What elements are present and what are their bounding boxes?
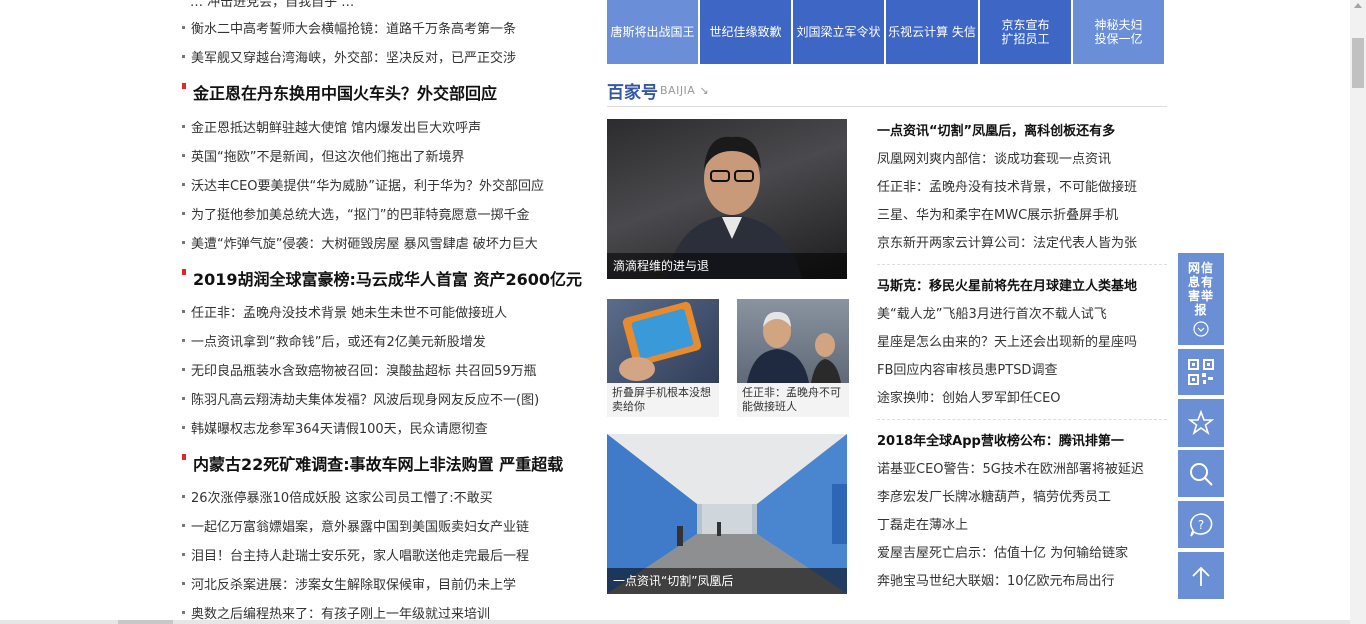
news-link[interactable]: 泪目！台主持人赴瑞士安乐死，家人唱歌送他走完最后一程 [182, 545, 529, 564]
news-link[interactable]: 京东新开两家云计算公司：法定代表人皆为张 [877, 232, 1137, 251]
news-link[interactable]: 一起亿万富翁嫖娼案，意外暴露中国到美国贩卖妇女产业链 [182, 516, 529, 535]
photo-caption: 折叠屏手机根本没想卖给你 [607, 383, 719, 417]
chevron-down-icon [1193, 321, 1209, 337]
news-link[interactable]: 26次涨停暴涨10倍成妖股 这家公司员工懵了:不敢买 [182, 487, 493, 506]
news-link[interactable]: 英国“拖欧”不是新闻，但这次他们拖出了新境界 [182, 146, 464, 165]
photo-caption: 一点资讯“切割”凤凰后 [607, 568, 847, 594]
horizontal-scrollbar[interactable] [0, 620, 1350, 624]
news-link[interactable]: 李彦宏发厂长牌冰糖葫芦，犒劳优秀员工 [877, 486, 1111, 505]
news-link[interactable]: 三星、华为和柔宇在MWC展示折叠屏手机 [877, 204, 1118, 223]
search-icon [1190, 462, 1213, 486]
group-headline[interactable]: 一点资讯“切割”凤凰后，离科创板还有多 [877, 120, 1115, 139]
news-link[interactable]: 金正恩抵达朝鲜驻越大使馆 馆内爆发出巨大欢呼声 [182, 117, 481, 136]
feature-photo[interactable]: 任正非：孟晚舟不可能做接班人 [737, 299, 849, 417]
report-harmful-info-button[interactable]: 网信息有害举报 [1178, 253, 1224, 345]
lead-headline[interactable]: 内蒙古22死矿难调查:事故车网上非法购置 严重超载 [182, 451, 563, 475]
svg-text:?: ? [1198, 518, 1204, 532]
news-link[interactable]: 途家换帅：创始人罗军卸任CEO [877, 387, 1061, 406]
hot-tile[interactable]: 刘国梁立军令状 [793, 0, 884, 64]
scrollbar-thumb[interactable] [1352, 38, 1364, 88]
photo-caption: 任正非：孟晚舟不可能做接班人 [737, 383, 849, 417]
divider [607, 106, 1167, 107]
hot-tile[interactable]: 唐斯将出战国王 [607, 0, 698, 64]
search-button[interactable] [1178, 450, 1224, 497]
arrow-up-icon [1192, 566, 1210, 586]
divider [877, 419, 1167, 420]
news-link[interactable]: 凤凰网刘爽内部信：谈成功套现一点资讯 [877, 148, 1111, 167]
news-link[interactable]: 陈羽凡高云翔涛劫夫集体发福？风波后现身网友反应不一(图) [182, 389, 539, 408]
news-link[interactable]: 星座是怎么由来的？天上还会出现新的星座吗 [877, 331, 1137, 350]
news-link[interactable]: 一点资讯拿到“救命钱”后，或还有2亿美元新股增发 [182, 331, 486, 350]
news-link[interactable]: FB回应内容审核员患PTSD调查 [877, 359, 1057, 378]
news-link[interactable]: 韩媒曝权志龙参军364天请假100天，民众请愿彻查 [182, 418, 488, 437]
hot-tile[interactable]: 乐视云计算 失信 [886, 0, 978, 64]
qr-code-icon [1188, 359, 1214, 385]
cut-off-headline[interactable]: … 冲击进党会，自我自乎 … [190, 0, 354, 10]
hot-tile[interactable]: 世纪佳缘致歉 [700, 0, 791, 64]
feature-photo[interactable]: 折叠屏手机根本没想卖给你 [607, 299, 719, 417]
news-link[interactable]: 沃达丰CEO要美提供“华为威胁”证据，利于华为？外交部回应 [182, 175, 544, 194]
news-link[interactable]: 美军舰又穿越台湾海峡，外交部：坚决反对，已严正交涉 [182, 47, 516, 66]
foldable-phone-image [619, 301, 702, 381]
feature-photo[interactable]: 滴滴程维的进与退 [607, 119, 847, 279]
arrow-icon: ↘ [699, 84, 710, 97]
group-headline[interactable]: 2018年全球App营收榜公布：腾讯排第一 [877, 430, 1124, 449]
news-link[interactable]: 爱屋吉屋死亡启示：估值十亿 为何输给链家 [877, 542, 1128, 561]
lead-headline[interactable]: 2019胡润全球富豪榜:马云成华人首富 资产2600亿元 [182, 266, 582, 290]
qr-code-button[interactable] [1178, 349, 1224, 395]
feedback-button[interactable]: ? [1178, 501, 1224, 548]
scroll-up-arrow-icon[interactable] [1354, 3, 1362, 8]
news-link[interactable]: 河北反杀案进展：涉案女生解除取保候审，目前仍未上学 [182, 574, 516, 593]
star-icon [1188, 410, 1214, 436]
news-link[interactable]: 美“载人龙”飞船3月进行首次不载人试飞 [877, 303, 1107, 322]
horizontal-scrollbar-thumb[interactable] [118, 620, 173, 624]
favorite-button[interactable] [1178, 399, 1224, 447]
news-link[interactable]: 为了挺他参加美总统大选，“抠门”的巴菲特竟愿意一掷千金 [182, 204, 529, 223]
section-subtitle[interactable]: BAIJIA ↘ [660, 84, 709, 97]
news-link[interactable]: 丁磊走在薄冰上 [877, 514, 968, 533]
vertical-scrollbar[interactable] [1350, 0, 1366, 624]
hot-tile[interactable]: 京东宣布 扩招员工 [980, 0, 1071, 64]
group-headline[interactable]: 马斯克：移民火星前将先在月球建立人类基地 [877, 275, 1137, 294]
person-speaking-image [747, 311, 841, 383]
news-link[interactable]: 奔驰宝马世纪大联姻：10亿欧元布局出行 [877, 570, 1115, 589]
news-link[interactable]: 美遭“炸弹气旋”侵袭：大树砸毁房屋 暴风雪肆虐 破坏力巨大 [182, 233, 538, 252]
news-link[interactable]: 无印良品瓶装水含致癌物被召回：溴酸盐超标 共召回59万瓶 [182, 360, 537, 379]
news-link[interactable]: 任正非：孟晚舟没技术背景 她未生未世不可能做接班人 [182, 302, 507, 321]
hot-tile[interactable]: 神秘夫妇 投保一亿 [1073, 0, 1164, 64]
news-link[interactable]: 任正非：孟晚舟没有技术背景，不可能做接班 [877, 176, 1137, 195]
feature-photo[interactable]: 一点资讯“切割”凤凰后 [607, 434, 847, 594]
question-bubble-icon: ? [1190, 512, 1213, 536]
divider [877, 264, 1167, 265]
section-title[interactable]: 百家号 [607, 78, 658, 103]
news-link[interactable]: 诺基亚CEO警告：5G技术在欧洲部署将被延迟 [877, 458, 1144, 477]
back-to-top-button[interactable] [1178, 552, 1224, 599]
news-link[interactable]: 衡水二中高考誓师大会横幅抢镜：道路千万条高考第一条 [182, 18, 516, 37]
photo-caption: 滴滴程维的进与退 [607, 253, 847, 279]
lead-headline[interactable]: 金正恩在丹东换用中国火车头？外交部回应 [182, 80, 497, 104]
